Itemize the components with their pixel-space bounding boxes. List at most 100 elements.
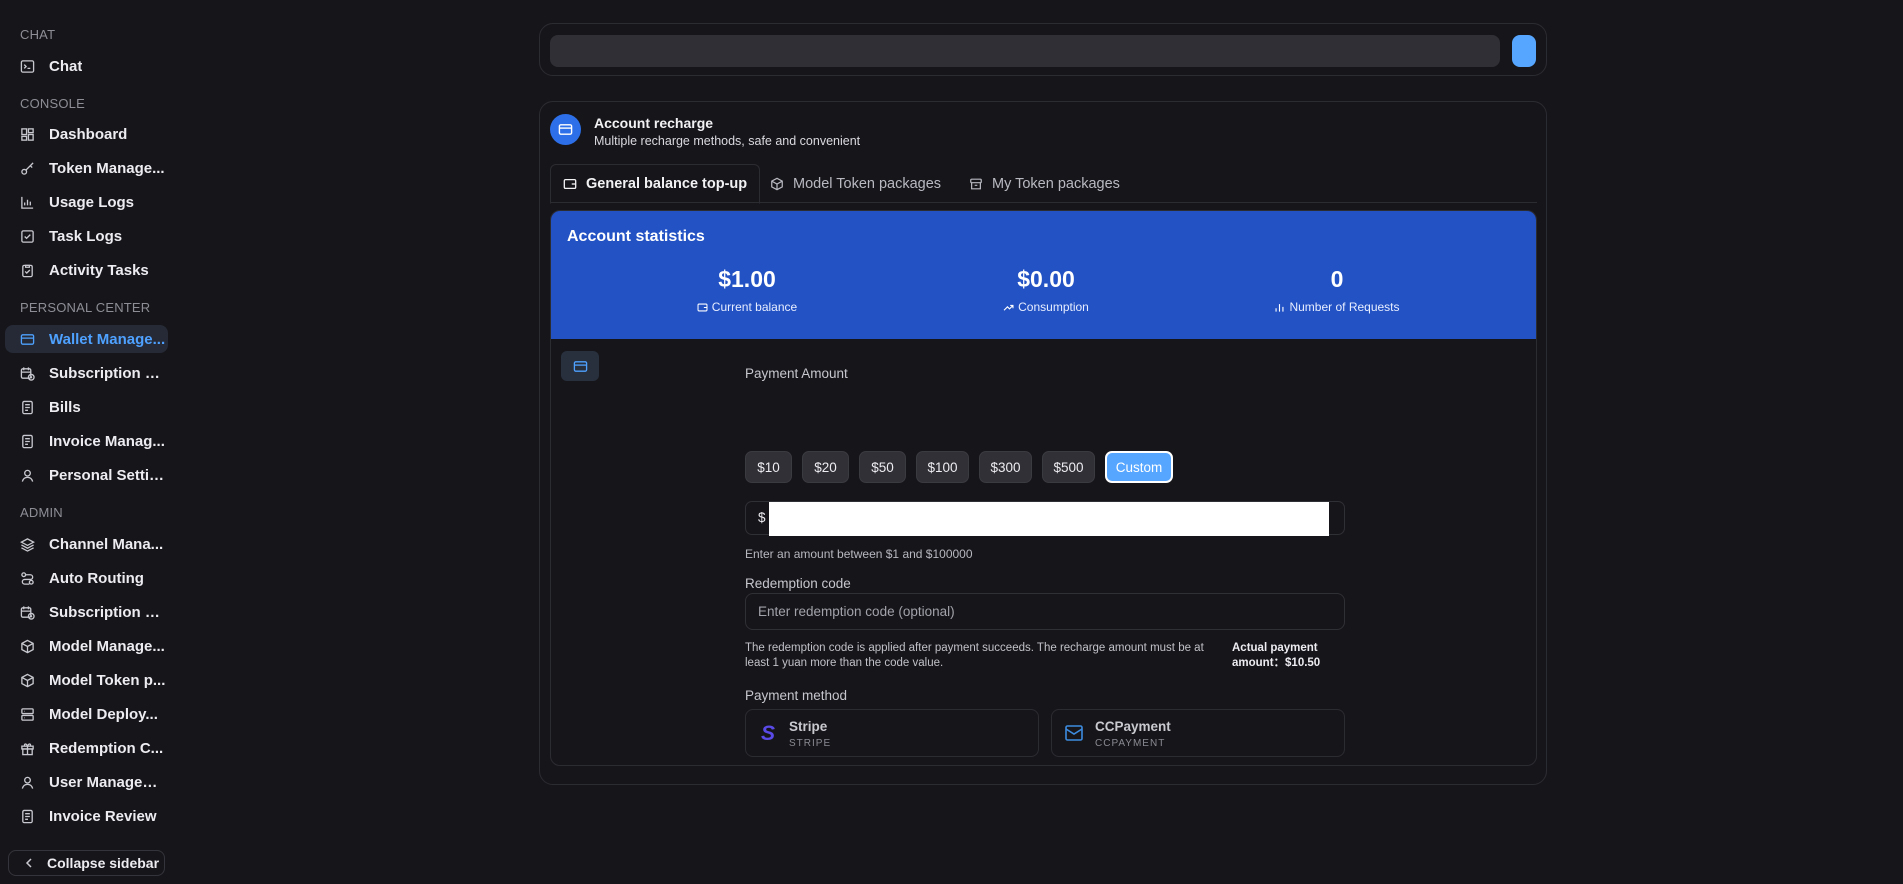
key-icon	[20, 161, 35, 176]
sidebar-item-label: Activity Tasks	[49, 261, 149, 279]
tab-label: General balance top-up	[586, 176, 748, 192]
sidebar-item-invoice-review[interactable]: Invoice Review	[5, 802, 168, 830]
section-title-console: CONSOLE	[20, 96, 85, 111]
section-title-personal-center: PERSONAL CENTER	[20, 300, 151, 315]
sidebar-item-redemption-codes[interactable]: Redemption C...	[5, 734, 168, 762]
sidebar: CHAT Chat CONSOLE Dashboard Token Manage…	[0, 0, 175, 884]
tab-my-token-packages[interactable]: My Token packages	[957, 164, 1132, 203]
sidebar-item-personal-settings[interactable]: Personal Settin...	[5, 461, 168, 489]
sidebar-item-invoice-management[interactable]: Invoice Manag...	[5, 427, 168, 455]
calendar-clock-icon	[20, 605, 35, 620]
sidebar-item-model-management[interactable]: Model Manage...	[5, 632, 168, 660]
section-title-chat: CHAT	[20, 27, 56, 42]
sidebar-item-label: Subscription Pl...	[49, 364, 168, 382]
sidebar-item-label: Chat	[49, 57, 83, 75]
payment-amount-label: Payment Amount	[745, 366, 848, 381]
tab-label: Model Token packages	[793, 175, 942, 192]
tab-label: My Token packages	[992, 175, 1120, 192]
cube-icon	[20, 673, 35, 688]
top-search-bar	[539, 23, 1547, 76]
amount-button-300[interactable]: $300	[979, 451, 1032, 483]
sidebar-item-label: Subscription M...	[49, 603, 168, 621]
payment-method-name: Stripe	[789, 719, 828, 734]
collapse-sidebar-label: Collapse sidebar	[47, 855, 160, 871]
stripe-logo-icon: S	[761, 722, 775, 744]
sidebar-item-label: Channel Mana...	[49, 535, 164, 553]
sidebar-item-wallet-management[interactable]: Wallet Manage...	[5, 325, 168, 353]
sidebar-item-label: Wallet Manage...	[49, 330, 166, 348]
sidebar-item-task-logs[interactable]: Task Logs	[5, 222, 168, 250]
recharge-panel: Account statistics $1.00 Current balance…	[550, 210, 1537, 766]
sidebar-item-bills[interactable]: Bills	[5, 393, 168, 421]
amount-button-50[interactable]: $50	[859, 451, 906, 483]
stat-value: $0.00	[1017, 266, 1075, 292]
tab-general-balance-top-up[interactable]: General balance top-up	[550, 164, 761, 204]
tab-model-token-packages[interactable]: Model Token packages	[758, 164, 953, 203]
sidebar-item-subscription-management[interactable]: Subscription M...	[5, 598, 168, 626]
calendar-clock-icon	[20, 366, 35, 381]
amount-button-10[interactable]: $10	[745, 451, 792, 483]
sidebar-item-channel-management[interactable]: Channel Mana...	[5, 530, 168, 558]
sidebar-item-label: Bills	[49, 398, 81, 416]
amount-button-100[interactable]: $100	[916, 451, 969, 483]
sidebar-item-usage-logs[interactable]: Usage Logs	[5, 188, 168, 216]
stat-current-balance: $1.00 Current balance	[627, 266, 867, 314]
route-icon	[20, 571, 35, 586]
sidebar-item-label: Dashboard	[49, 125, 128, 143]
search-input[interactable]	[550, 35, 1500, 67]
wallet-icon	[563, 178, 577, 190]
payment-method-name: CCPayment	[1095, 719, 1171, 734]
gift-icon	[20, 741, 35, 756]
wallet-icon	[550, 114, 581, 145]
bar-chart-icon	[20, 195, 35, 210]
sidebar-item-label: Redemption C...	[49, 739, 164, 757]
sidebar-item-model-token-packages[interactable]: Model Token p...	[5, 666, 168, 694]
document-icon	[20, 434, 35, 449]
collapse-sidebar-button[interactable]: Collapse sidebar	[8, 850, 165, 876]
sidebar-item-label: Usage Logs	[49, 193, 135, 211]
svg-text:S: S	[761, 722, 775, 744]
sidebar-item-user-management[interactable]: User Managem...	[5, 768, 168, 796]
search-submit-button[interactable]	[1512, 35, 1536, 67]
amount-button-20[interactable]: $20	[802, 451, 849, 483]
sidebar-item-dashboard[interactable]: Dashboard	[5, 120, 168, 148]
cube-icon	[771, 177, 783, 190]
wallet-icon	[697, 303, 708, 311]
stat-number-of-requests: 0 Number of Requests	[1217, 266, 1457, 314]
sidebar-item-label: Model Deploy...	[49, 705, 158, 723]
sidebar-item-subscription-plans[interactable]: Subscription Pl...	[5, 359, 168, 387]
redemption-code-label: Redemption code	[745, 576, 851, 591]
payment-method-ccpayment[interactable]: CCPayment CCPAYMENT	[1051, 709, 1345, 757]
sidebar-item-auto-routing[interactable]: Auto Routing	[5, 564, 168, 592]
sidebar-item-token-management[interactable]: Token Manage...	[5, 154, 168, 182]
amount-button-custom[interactable]: Custom	[1105, 451, 1173, 483]
payment-method-stripe[interactable]: S Stripe STRIPE	[745, 709, 1039, 757]
sidebar-item-label: Task Logs	[49, 227, 123, 245]
statistics-title: Account statistics	[567, 228, 705, 245]
sidebar-item-label: Invoice Review	[49, 807, 157, 825]
custom-amount-field: $	[745, 501, 1345, 536]
stat-value: $1.00	[718, 266, 776, 292]
actual-payment-amount: Actual payment amount：$10.50	[1232, 642, 1321, 669]
checkbox-icon	[20, 229, 35, 244]
account-statistics: Account statistics $1.00 Current balance…	[551, 211, 1536, 339]
sidebar-item-label: Token Manage...	[49, 159, 165, 177]
account-recharge-card: Account recharge Multiple recharge metho…	[539, 101, 1547, 785]
stat-consumption: $0.00 Consumption	[926, 266, 1166, 314]
sidebar-item-model-deployment[interactable]: Model Deploy...	[5, 700, 168, 728]
archive-icon	[970, 178, 982, 189]
trending-up-icon	[1003, 304, 1014, 311]
sidebar-item-activity-tasks[interactable]: Activity Tasks	[5, 256, 168, 284]
user-icon	[20, 468, 35, 483]
stat-label: Current balance	[711, 300, 798, 314]
amount-hint: Enter an amount between $1 and $100000	[745, 547, 973, 561]
server-icon	[20, 707, 35, 722]
sidebar-item-label: Auto Routing	[49, 569, 144, 587]
layers-icon	[20, 537, 35, 552]
sidebar-item-chat[interactable]: Chat	[5, 52, 168, 80]
custom-amount-input[interactable]	[769, 502, 1329, 536]
sidebar-item-label: Invoice Manag...	[49, 432, 165, 450]
redemption-code-input[interactable]	[745, 593, 1345, 630]
cube-icon	[20, 639, 35, 654]
amount-button-500[interactable]: $500	[1042, 451, 1095, 483]
